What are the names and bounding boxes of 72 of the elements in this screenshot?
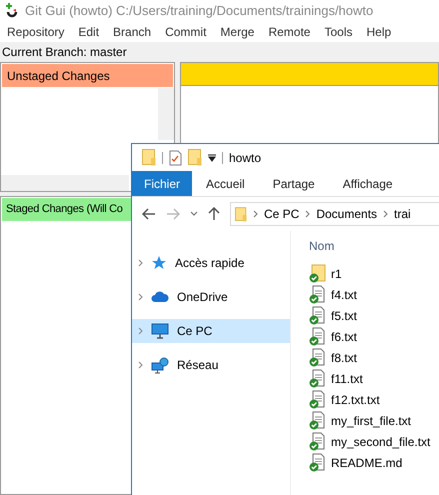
current-branch-label: Current Branch: master (2, 44, 127, 61)
unstaged-header: Unstaged Changes (2, 64, 173, 87)
menu-item[interactable]: Tools (317, 22, 360, 42)
network-icon (151, 356, 169, 374)
menu-item[interactable]: Repository (0, 22, 72, 42)
nav-label: Accès rapide (175, 255, 244, 272)
menu-item[interactable]: Merge (213, 22, 262, 42)
breadcrumb-item[interactable]: Documents (316, 205, 378, 223)
ribbon-tab[interactable]: Fichier (132, 171, 192, 196)
menu-item[interactable]: Edit (71, 22, 106, 42)
file-name[interactable]: f5.txt (331, 306, 358, 324)
menu-item[interactable]: Branch (106, 22, 158, 42)
nav-item[interactable]: Accès rapide (132, 251, 290, 275)
folder-icon (142, 149, 156, 166)
menu-item[interactable]: Remote (261, 22, 318, 42)
file-name[interactable]: f4.txt (331, 286, 358, 304)
chevron-down-icon[interactable] (190, 211, 198, 217)
forward-arrow-icon[interactable] (166, 208, 180, 220)
file-name[interactable]: r1 (331, 264, 342, 282)
up-arrow-icon[interactable] (208, 207, 220, 221)
nav-label: OneDrive (177, 289, 228, 306)
document-check-icon (309, 411, 327, 430)
nav-label: Réseau (177, 357, 218, 374)
properties-icon[interactable] (169, 150, 182, 166)
window-title: howto (229, 150, 262, 166)
document-check-icon (309, 306, 327, 325)
cloud-icon (151, 291, 169, 303)
menu-item[interactable]: Commit (158, 22, 214, 42)
document-check-icon (309, 390, 327, 409)
chevron-right-icon (305, 210, 310, 218)
document-check-icon (309, 432, 327, 451)
chevron-right-icon[interactable] (138, 293, 143, 301)
document-check-icon (309, 453, 327, 472)
column-header[interactable]: Nom (309, 237, 439, 257)
address-bar[interactable]: Ce PC Documents trai (230, 202, 439, 226)
nav-item[interactable]: OneDrive (132, 285, 290, 309)
ribbon-tab[interactable]: Affichage (328, 171, 407, 196)
nav-label: Ce PC (177, 323, 212, 340)
file-name[interactable]: my_second_file.txt (331, 432, 430, 450)
chevron-right-icon (383, 210, 388, 218)
file-name[interactable]: README.md (331, 454, 402, 472)
document-check-icon (309, 285, 327, 304)
document-check-icon (309, 369, 327, 388)
window-title: Git Gui (howto) C:/Users/training/Documents/trainings/howto (25, 2, 374, 20)
chevron-right-icon[interactable] (138, 259, 143, 267)
vertical-scrollbar[interactable] (158, 88, 174, 140)
chevron-right-icon[interactable] (138, 361, 143, 369)
file-name[interactable]: f8.txt (331, 348, 358, 366)
horizontal-scrollbar[interactable] (1, 175, 129, 191)
breadcrumb-item[interactable]: trai (394, 205, 411, 223)
back-arrow-icon[interactable] (142, 208, 156, 220)
folder-check-icon (309, 264, 327, 283)
file-name[interactable]: f11.txt (331, 370, 363, 388)
ribbon-tab[interactable]: Partage (258, 171, 329, 196)
new-folder-icon (188, 149, 202, 166)
chevron-right-icon (253, 210, 258, 218)
file-name[interactable]: my_first_file.txt (331, 412, 412, 430)
dropdown-icon[interactable] (208, 154, 216, 162)
file-name[interactable]: f6.txt (331, 328, 358, 346)
nav-item[interactable]: Ce PC (132, 319, 290, 343)
breadcrumb-item[interactable]: Ce PC (264, 205, 300, 223)
app-icon (5, 3, 19, 19)
monitor-icon (151, 323, 169, 339)
nav-item[interactable]: Réseau (132, 353, 290, 377)
file-name[interactable]: f12.txt.txt (331, 390, 380, 408)
star-icon (151, 255, 167, 271)
menu-item[interactable]: Help (359, 22, 398, 42)
folder-icon (235, 206, 247, 222)
ribbon-tab[interactable]: Accueil (192, 171, 259, 196)
chevron-right-icon[interactable] (138, 327, 143, 335)
document-check-icon (309, 348, 327, 367)
document-check-icon (309, 327, 327, 346)
